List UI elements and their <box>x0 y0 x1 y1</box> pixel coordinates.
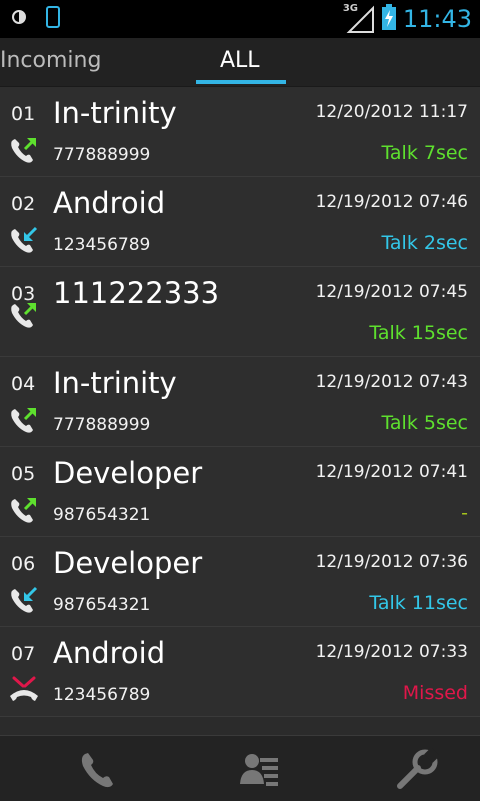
missed-call-icon <box>8 674 40 706</box>
status-bar: 3G 11:43 <box>0 0 480 38</box>
call-name: In-trinity <box>53 366 177 400</box>
call-status: Talk 15sec <box>369 322 468 344</box>
call-number: 123456789 <box>53 235 151 255</box>
call-index: 02 <box>11 193 36 215</box>
call-status: Missed <box>402 682 468 704</box>
call-date: 12/20/2012 11:17 <box>315 102 468 122</box>
call-date: 12/19/2012 07:45 <box>315 282 468 302</box>
call-status: Talk 7sec <box>381 142 468 164</box>
call-index: 07 <box>11 643 36 665</box>
tab-incoming[interactable]: Incoming <box>0 48 101 73</box>
list-item[interactable]: 03 111222333 12/19/2012 07:45 Talk 15sec <box>0 267 480 357</box>
battery-charging-icon <box>381 3 397 35</box>
outgoing-call-icon <box>8 134 40 166</box>
phone-device-icon <box>46 6 60 32</box>
call-number: 987654321 <box>53 595 151 615</box>
call-status: - <box>461 502 468 524</box>
call-index: 05 <box>11 463 36 485</box>
call-name: In-trinity <box>53 96 177 130</box>
call-date: 12/19/2012 07:41 <box>315 462 468 482</box>
list-item[interactable]: 01 In-trinity 12/20/2012 11:17 777888999… <box>0 87 480 177</box>
list-item[interactable]: 07 Android 12/19/2012 07:33 123456789 Mi… <box>0 627 480 717</box>
call-date: 12/19/2012 07:36 <box>315 552 468 572</box>
call-index: 01 <box>11 103 36 125</box>
signal-icon: 3G <box>342 3 375 34</box>
call-index: 06 <box>11 553 36 575</box>
brightness-icon <box>10 8 28 30</box>
call-number: 987654321 <box>53 505 151 525</box>
call-name: Developer <box>53 546 203 580</box>
call-status: Talk 5sec <box>381 412 468 434</box>
call-status: Talk 2sec <box>381 232 468 254</box>
call-index: 04 <box>11 373 36 395</box>
contacts-list-icon[interactable] <box>238 748 282 792</box>
outgoing-call-icon <box>8 299 40 331</box>
bottom-action-bar <box>0 735 480 801</box>
call-date: 12/19/2012 07:43 <box>315 372 468 392</box>
call-name: 111222333 <box>53 276 220 310</box>
list-item[interactable]: 05 Developer 12/19/2012 07:41 987654321 … <box>0 447 480 537</box>
list-item[interactable]: 04 In-trinity 12/19/2012 07:43 777888999… <box>0 357 480 447</box>
outgoing-call-icon <box>8 404 40 436</box>
call-number: 777888999 <box>53 145 151 165</box>
tab-all[interactable]: ALL <box>220 48 260 73</box>
call-date: 12/19/2012 07:46 <box>315 192 468 212</box>
call-name: Android <box>53 186 166 220</box>
tab-selected-indicator <box>196 80 286 84</box>
call-name: Developer <box>53 456 203 490</box>
call-log-list: 01 In-trinity 12/20/2012 11:17 777888999… <box>0 87 480 717</box>
list-item[interactable]: 02 Android 12/19/2012 07:46 123456789 Ta… <box>0 177 480 267</box>
call-status: Talk 11sec <box>369 592 468 614</box>
settings-wrench-icon[interactable] <box>396 747 440 792</box>
call-name: Android <box>53 636 166 670</box>
list-item[interactable]: 06 Developer 12/19/2012 07:36 987654321 … <box>0 537 480 627</box>
incoming-call-icon <box>8 584 40 616</box>
call-date: 12/19/2012 07:33 <box>315 642 468 662</box>
call-number: 777888999 <box>53 415 151 435</box>
phone-icon[interactable] <box>77 748 121 792</box>
network-type: 3G <box>342 3 358 14</box>
call-number: 123456789 <box>53 685 151 705</box>
incoming-call-icon <box>8 224 40 256</box>
clock: 11:43 <box>402 5 472 33</box>
outgoing-call-icon <box>8 494 40 526</box>
